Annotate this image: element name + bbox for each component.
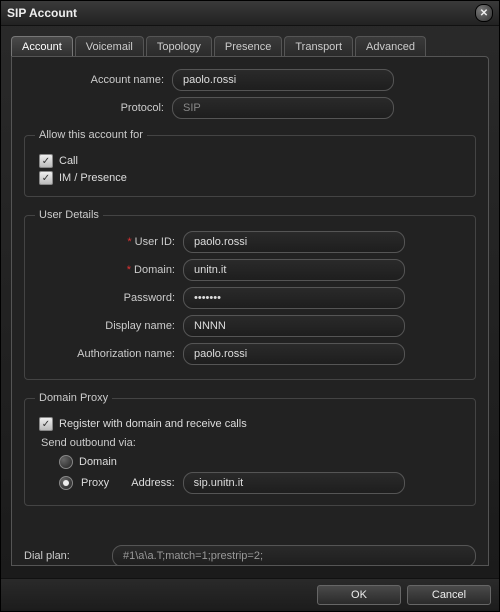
account-panel: Account name: Protocol: SIP Allow this a… — [11, 56, 489, 566]
tab-account[interactable]: Account — [11, 36, 73, 57]
row-account-name: Account name: — [24, 69, 476, 91]
im-label: IM / Presence — [59, 172, 127, 184]
domain-input[interactable] — [183, 259, 405, 281]
register-label: Register with domain and receive calls — [59, 418, 247, 430]
tab-transport[interactable]: Transport — [284, 36, 353, 57]
titlebar: SIP Account ✕ — [1, 1, 499, 26]
check-icon: ✓ — [39, 417, 53, 431]
call-checkbox-row[interactable]: ✓ Call — [39, 154, 465, 168]
allow-account-legend: Allow this account for — [35, 129, 147, 141]
required-asterisk: * — [127, 236, 131, 248]
register-checkbox-row[interactable]: ✓ Register with domain and receive calls — [39, 417, 465, 431]
label-password: Password: — [35, 292, 183, 304]
radio-proxy-row[interactable]: Proxy Address: — [59, 472, 465, 494]
label-dial-plan: Dial plan: — [24, 550, 112, 562]
tab-topology[interactable]: Topology — [146, 36, 212, 57]
label-user-id: * User ID: — [35, 236, 183, 248]
domain-proxy-legend: Domain Proxy — [35, 392, 112, 404]
tab-voicemail[interactable]: Voicemail — [75, 36, 144, 57]
ok-button[interactable]: OK — [317, 585, 401, 605]
label-account-name: Account name: — [24, 74, 172, 86]
label-display-name: Display name: — [35, 320, 183, 332]
allow-account-group: Allow this account for ✓ Call ✓ IM / Pre… — [24, 129, 476, 197]
radio-domain-row[interactable]: Domain — [59, 455, 465, 469]
user-details-legend: User Details — [35, 209, 103, 221]
row-domain: * Domain: — [35, 259, 465, 281]
check-icon: ✓ — [39, 171, 53, 185]
outbound-radio-group: Domain Proxy Address: — [55, 455, 465, 494]
auth-name-input[interactable] — [183, 343, 405, 365]
dial-plan-input[interactable] — [112, 545, 476, 566]
address-label: Address: — [131, 477, 174, 489]
row-display-name: Display name: — [35, 315, 465, 337]
radio-domain-label: Domain — [79, 456, 117, 468]
tab-advanced[interactable]: Advanced — [355, 36, 426, 57]
proxy-address-input[interactable] — [183, 472, 405, 494]
row-protocol: Protocol: SIP — [24, 97, 476, 119]
cancel-button[interactable]: Cancel — [407, 585, 491, 605]
user-id-input[interactable] — [183, 231, 405, 253]
sip-account-window: SIP Account ✕ Account Voicemail Topology… — [0, 0, 500, 612]
display-name-input[interactable] — [183, 315, 405, 337]
check-icon: ✓ — [39, 154, 53, 168]
label-protocol: Protocol: — [24, 102, 172, 114]
send-outbound-label: Send outbound via: — [41, 437, 465, 449]
protocol-field: SIP — [172, 97, 394, 119]
tab-presence[interactable]: Presence — [214, 36, 282, 57]
content-area: Account Voicemail Topology Presence Tran… — [1, 26, 499, 578]
account-name-input[interactable] — [172, 69, 394, 91]
call-label: Call — [59, 155, 78, 167]
tab-bar: Account Voicemail Topology Presence Tran… — [11, 36, 489, 57]
close-icon[interactable]: ✕ — [475, 4, 493, 22]
window-title: SIP Account — [7, 6, 77, 20]
radio-icon — [59, 476, 73, 490]
required-asterisk: * — [127, 264, 131, 276]
row-password: Password: — [35, 287, 465, 309]
password-input[interactable] — [183, 287, 405, 309]
domain-proxy-group: Domain Proxy ✓ Register with domain and … — [24, 392, 476, 506]
footer: OK Cancel — [1, 578, 499, 611]
label-domain: * Domain: — [35, 264, 183, 276]
row-dial-plan: Dial plan: — [24, 545, 476, 566]
radio-proxy-label: Proxy — [81, 477, 109, 489]
row-user-id: * User ID: — [35, 231, 465, 253]
radio-icon — [59, 455, 73, 469]
label-auth-name: Authorization name: — [35, 348, 183, 360]
row-auth-name: Authorization name: — [35, 343, 465, 365]
user-details-group: User Details * User ID: * Domain: Passwo… — [24, 209, 476, 380]
im-checkbox-row[interactable]: ✓ IM / Presence — [39, 171, 465, 185]
